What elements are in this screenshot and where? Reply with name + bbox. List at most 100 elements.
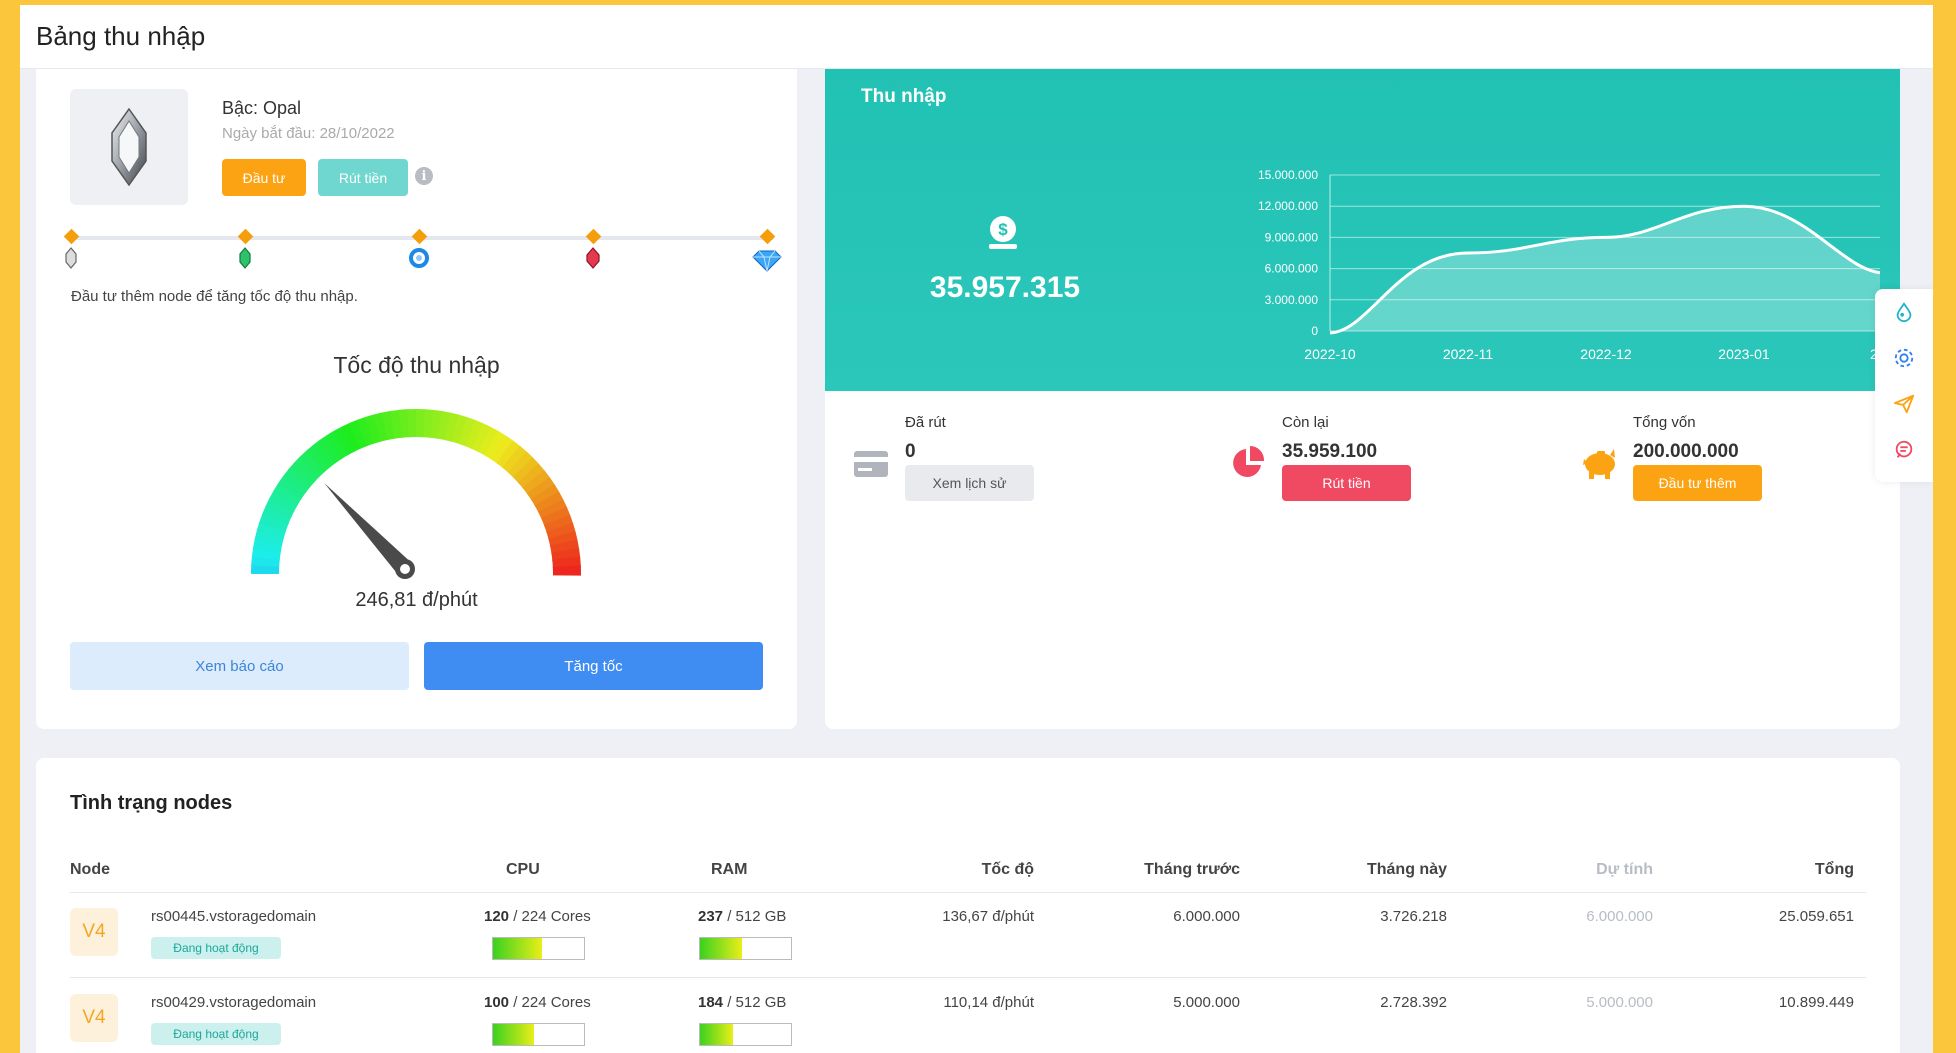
income-card: Thu nhập $ 35.957.315 15.000.000 12.000.0… (825, 69, 1900, 729)
ruby-level-icon (586, 247, 600, 269)
opal-level-icon (65, 247, 77, 269)
last-month-cell: 5.000.000 (1173, 994, 1240, 1011)
level-marker-5 (759, 228, 776, 245)
capital-stat: Tổng vốn 200.000.000 (1633, 414, 1739, 463)
income-chart: 15.000.000 12.000.000 9.000.000 6.000.000 3.… (1258, 168, 1894, 362)
level-marker-1 (63, 228, 80, 245)
nodes-title: Tình trạng nodes (70, 792, 233, 814)
speed-cell: 110,14 đ/phút (943, 994, 1034, 1011)
cpu-bar-fill (493, 1024, 534, 1045)
ram-bar (699, 937, 792, 960)
level-card: Bậc: Opal Ngày bắt đầu: 28/10/2022 Đầu t… (36, 69, 797, 729)
ram-bar-fill (700, 1024, 733, 1045)
node-name[interactable]: rs00429.vstoragedomain (151, 994, 316, 1011)
invest-button[interactable]: Đầu tư (222, 159, 306, 196)
emerald-level-icon (239, 247, 251, 269)
pie-chart-icon (1233, 445, 1265, 477)
last-month-cell: 6.000.000 (1173, 908, 1240, 925)
speed-cell: 136,67 đ/phút (942, 908, 1034, 925)
needle-hub-center (400, 564, 410, 574)
income-area (1330, 206, 1880, 333)
invest-more-button[interactable]: Đầu tư thêm (1633, 465, 1762, 501)
version-badge: V4 (70, 994, 118, 1042)
cpu-bar (492, 1023, 585, 1046)
level-marker-3 (411, 228, 428, 245)
ram-total: / 512 GB (723, 994, 787, 1011)
withdraw-remaining-button[interactable]: Rút tiền (1282, 465, 1411, 501)
ram-used: 184 (698, 994, 724, 1011)
floating-toolbar (1875, 289, 1933, 482)
cpu-total: / 224 Cores (509, 908, 591, 925)
remaining-value: 35.959.100 (1282, 441, 1378, 462)
ram-bar (699, 1023, 792, 1046)
income-panel: Thu nhập $ 35.957.315 15.000.000 12.000.0… (825, 69, 1900, 391)
info-icon[interactable]: i (415, 167, 433, 185)
x-tick-label: 2022-10 (1304, 346, 1356, 362)
cpu-total: / 224 Cores (509, 994, 591, 1011)
level-marker-2 (237, 228, 254, 245)
total-cell: 25.059.651 (1778, 908, 1854, 925)
chart-y-ticks: 15.000.000 12.000.000 9.000.000 6.000.000 3.… (1258, 168, 1318, 338)
speed-title: Tốc độ thu nhập (333, 352, 500, 378)
sapphire-level-icon (409, 248, 429, 268)
remaining-stat: Còn lại 35.959.100 (1282, 414, 1377, 463)
level-hint: Đầu tư thêm node để tăng tốc độ thu nhập… (71, 288, 358, 305)
x-tick-label: 2022-11 (1443, 346, 1494, 362)
y-tick-label: 12.000.000 (1258, 199, 1318, 213)
col-last-month: Tháng trước (1144, 861, 1240, 878)
withdraw-button[interactable]: Rút tiền (318, 159, 408, 196)
start-date: Ngày bắt đầu: 28/10/2022 (222, 125, 395, 142)
ram-used: 237 (698, 908, 724, 925)
withdrawn-label: Đã rút (905, 414, 946, 431)
table-row[interactable]: V4 rs00429.vstoragedomain Đang hoạt động… (36, 979, 1900, 1053)
table-row[interactable]: V4 rs00445.vstoragedomain Đang hoạt động… (36, 893, 1900, 979)
x-tick-label: 2023-01 (1718, 346, 1770, 362)
col-speed: Tốc độ (981, 861, 1034, 878)
nodes-card: Tình trạng nodes Node CPU RAM Tốc độ Thá… (36, 758, 1900, 1053)
ram-bar-fill (700, 938, 743, 959)
send-icon[interactable] (1893, 393, 1915, 415)
forecast-cell: 6.000.000 (1586, 908, 1653, 925)
status-badge: Đang hoạt động (151, 1023, 281, 1045)
capital-value: 200.000.000 (1633, 441, 1739, 462)
col-node: Node (70, 861, 110, 878)
col-cpu: CPU (506, 861, 540, 878)
chart-x-ticks: 2022-102022-112022-122023-01202 (1304, 346, 1893, 362)
forecast-cell: 5.000.000 (1586, 994, 1653, 1011)
cpu-used: 100 (484, 994, 510, 1011)
capital-label: Tổng vốn (1633, 414, 1696, 431)
col-this-month: Tháng này (1366, 861, 1447, 878)
needle-body (324, 482, 412, 576)
y-tick-label: 0 (1311, 324, 1318, 338)
page-title: Bảng thu nhập (36, 21, 206, 51)
cpu-bar (492, 937, 585, 960)
ram-usage: 184 / 512 GB (698, 994, 786, 1011)
x-tick-label: 2022-12 (1580, 346, 1632, 362)
view-report-button[interactable]: Xem báo cáo (70, 642, 409, 690)
boost-button[interactable]: Tăng tốc (424, 642, 763, 690)
app-window: Bảng thu nhập Bậc: Opal Ngày bắt đầu: 28… (20, 5, 1933, 1053)
y-tick-label: 3.000.000 (1265, 293, 1319, 307)
opal-gem-image (70, 89, 188, 205)
this-month-cell: 3.726.218 (1380, 908, 1447, 925)
drops-icon[interactable] (1893, 301, 1915, 323)
col-ram: RAM (711, 861, 748, 878)
ram-usage: 237 / 512 GB (698, 908, 786, 925)
gear-icon[interactable] (1893, 347, 1915, 369)
total-cell: 10.899.449 (1778, 994, 1854, 1011)
withdrawn-value: 0 (905, 441, 916, 462)
level-marker-4 (585, 228, 602, 245)
cpu-used: 120 (484, 908, 510, 925)
node-name[interactable]: rs00445.vstoragedomain (151, 908, 316, 925)
cpu-bar-fill (493, 938, 542, 959)
history-button[interactable]: Xem lịch sử (905, 465, 1034, 501)
col-total: Tổng (1814, 861, 1854, 878)
diamond-level-icon (752, 250, 782, 272)
y-tick-label: 6.000.000 (1265, 262, 1319, 276)
cpu-usage: 120 / 224 Cores (484, 908, 591, 925)
col-forecast: Dự tính (1596, 861, 1653, 878)
withdrawn-stat: Đã rút 0 (905, 414, 946, 463)
y-tick-label: 9.000.000 (1265, 230, 1319, 244)
chat-icon[interactable] (1893, 439, 1915, 461)
this-month-cell: 2.728.392 (1380, 994, 1447, 1011)
